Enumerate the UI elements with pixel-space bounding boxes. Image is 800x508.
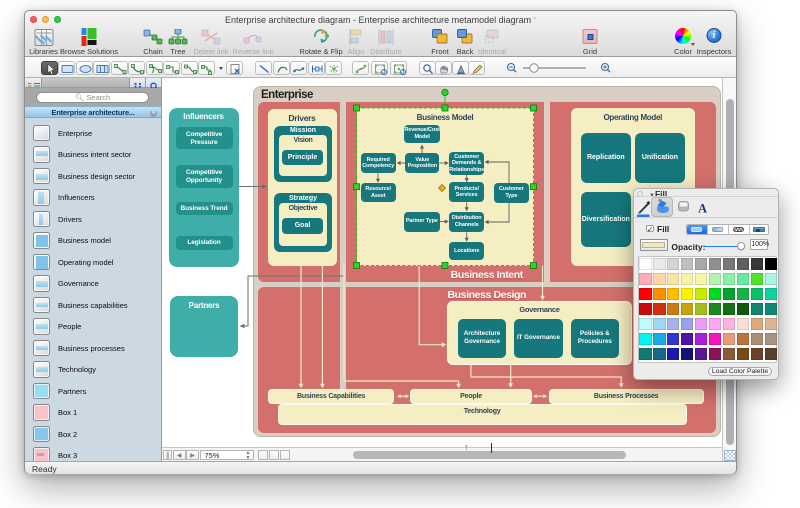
svg-text:A: A — [698, 201, 707, 215]
